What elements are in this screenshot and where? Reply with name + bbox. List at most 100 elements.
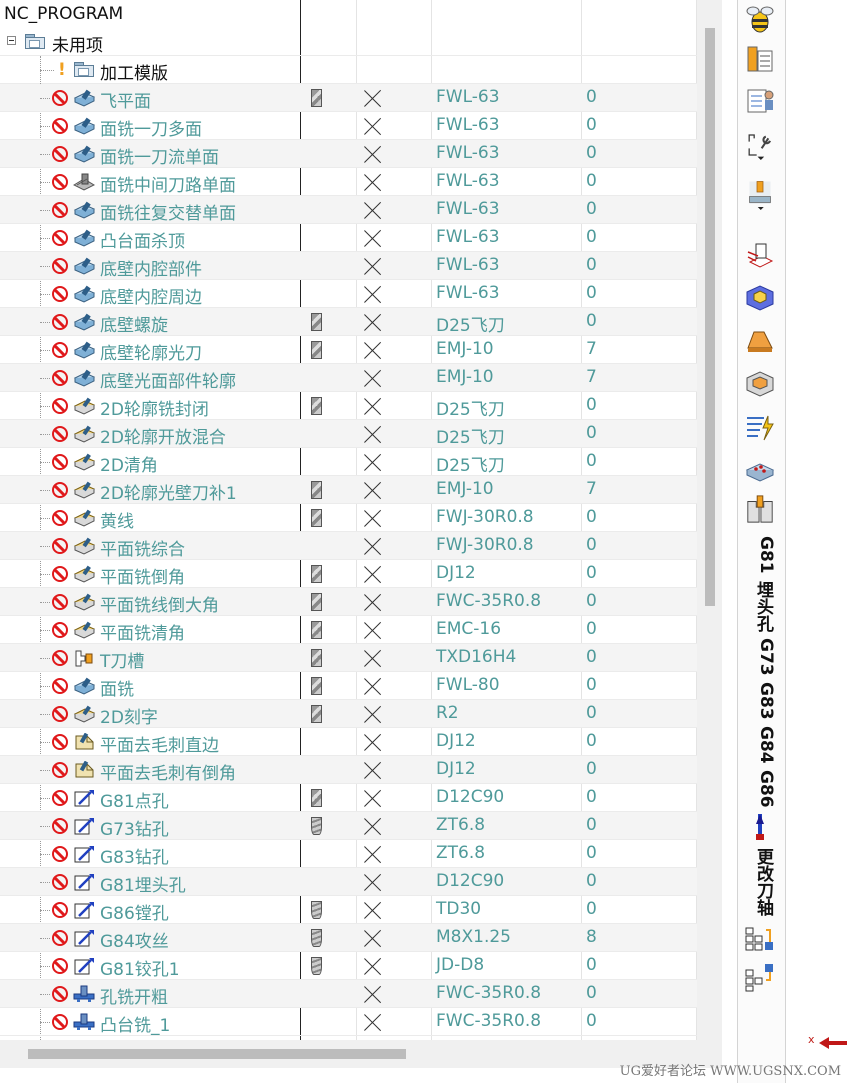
- tool-number: 0: [586, 787, 597, 807]
- operation-row[interactable]: T刀槽 TXD16H4 0: [0, 644, 697, 672]
- operation-name: G81点孔: [100, 792, 169, 812]
- stock-list-icon[interactable]: [744, 44, 776, 74]
- operation-name: G84攻丝: [100, 932, 169, 952]
- zlevel-icon[interactable]: [744, 326, 776, 356]
- tree-connector: [40, 938, 50, 939]
- tool-number: 0: [586, 171, 597, 191]
- tool-name: FWL-63: [436, 255, 500, 275]
- operation-row[interactable]: 2D轮廓开放混合 D25飞刀 0: [0, 420, 697, 448]
- operation-row[interactable]: 2D轮廓光壁刀补1 EMJ-10 7: [0, 476, 697, 504]
- operation-row[interactable]: 飞平面 FWL-63 0: [0, 84, 697, 112]
- drill-tool-icon: [311, 817, 322, 835]
- bee-icon[interactable]: [744, 4, 776, 34]
- operation-row[interactable]: 2D轮廓铣封闭 D25飞刀 0: [0, 392, 697, 420]
- operation-row[interactable]: 底壁内腔周边 FWL-63 0: [0, 280, 697, 308]
- tool-number: 7: [586, 339, 597, 359]
- hole-mill-icon: [73, 1013, 95, 1031]
- operation-name: G86镗孔: [100, 904, 169, 924]
- tool-name: EMJ-10: [436, 367, 494, 387]
- operation-row[interactable]: 面铣往复交替单面 FWL-63 0: [0, 196, 697, 224]
- operation-row[interactable]: 凸台铣_1 FWC-35R0.8 0: [0, 1008, 697, 1036]
- operation-row[interactable]: 孔铣开粗 FWC-35R0.8 0: [0, 980, 697, 1008]
- text-program-icon[interactable]: [744, 412, 776, 442]
- operation-row[interactable]: 底壁螺旋 D25飞刀 0: [0, 308, 697, 336]
- operation-row[interactable]: 面铣中间刀路单面 FWL-63 0: [0, 168, 697, 196]
- operation-row[interactable]: 平面铣综合 FWJ-30R0.8 0: [0, 532, 697, 560]
- countersink-op-button[interactable]: 埋头孔: [746, 578, 776, 634]
- tool-number: 0: [586, 255, 597, 275]
- counterbore-icon[interactable]: [744, 494, 776, 524]
- hole-plate-icon[interactable]: [744, 456, 776, 486]
- horizontal-scroll-thumb[interactable]: [28, 1049, 406, 1059]
- operation-row[interactable]: 2D刻字 R2 0: [0, 700, 697, 728]
- toolpath-missing-icon: [363, 789, 382, 808]
- operation-row[interactable]: 黄线 FWJ-30R0.8 0: [0, 504, 697, 532]
- operation-row[interactable]: 平面铣倒角 DJ12 0: [0, 560, 697, 588]
- needs-regenerate-icon: [52, 818, 68, 834]
- g83-op-button[interactable]: G83: [746, 682, 776, 720]
- operation-row[interactable]: G81点孔 D12C90 0: [0, 784, 697, 812]
- contour-area-icon[interactable]: [744, 368, 776, 398]
- tree-connector: [40, 182, 50, 183]
- face-mill-icon: [73, 89, 96, 107]
- tree-connector: [40, 294, 50, 295]
- vertical-scrollbar[interactable]: [697, 0, 722, 1040]
- cavity-mill-icon[interactable]: [744, 282, 776, 312]
- group-label: 未用项: [52, 36, 103, 56]
- change-tool-axis-button[interactable]: 更改刀轴: [746, 844, 776, 920]
- operation-row[interactable]: G73钻孔 ZT6.8 0: [0, 812, 697, 840]
- operation-row[interactable]: 凸台面杀顶 FWL-63 0: [0, 224, 697, 252]
- operation-row[interactable]: 底壁轮廓光刀 EMJ-10 7: [0, 336, 697, 364]
- operation-name: 平面铣倒角: [100, 568, 185, 588]
- tool-axis-icon[interactable]: [744, 812, 776, 842]
- tree-connector: [40, 462, 50, 463]
- tool-name: M8X1.25: [436, 927, 511, 947]
- wrench-program-icon[interactable]: [744, 130, 776, 160]
- reorder-down-icon[interactable]: [744, 924, 776, 954]
- tool-name: ZT6.8: [436, 843, 486, 863]
- tree-connector: [40, 910, 50, 911]
- operation-row[interactable]: G86镗孔 TD30 0: [0, 896, 697, 924]
- g86-op-button[interactable]: G86: [746, 770, 776, 808]
- contour-icon: [73, 705, 96, 723]
- operation-row[interactable]: 底壁内腔部件 FWL-63 0: [0, 252, 697, 280]
- document-person-icon[interactable]: [744, 86, 776, 116]
- operation-row[interactable]: 底壁光面部件轮廓 EMJ-10 7: [0, 364, 697, 392]
- mill-spindle-icon[interactable]: [744, 180, 776, 210]
- reorder-up-icon[interactable]: [744, 962, 776, 992]
- root-node[interactable]: NC_PROGRAM: [0, 0, 697, 28]
- planar-op-icon[interactable]: [744, 240, 776, 270]
- tree-connector: [40, 266, 50, 267]
- tool-number: 0: [586, 843, 597, 863]
- operation-navigator: NC_PROGRAM 未用项 ! 加工模版 飞平面 FWL-63 0 面铣一刀多面 FW…: [0, 0, 697, 1040]
- operation-row[interactable]: G81铰孔1 JD-D8 0: [0, 952, 697, 980]
- face-mill-icon: [73, 285, 96, 303]
- g81-op-button[interactable]: G81: [746, 536, 776, 574]
- horizontal-scrollbar[interactable]: [0, 1040, 722, 1068]
- operation-row[interactable]: 面铣一刀流单面 FWL-63 0: [0, 140, 697, 168]
- operation-row[interactable]: 平面铣线倒大角 FWC-35R0.8 0: [0, 588, 697, 616]
- g84-op-button[interactable]: G84: [746, 726, 776, 764]
- operation-row[interactable]: 面铣一刀多面 FWL-63 0: [0, 112, 697, 140]
- operation-row[interactable]: 平面去毛刺有倒角 DJ12 0: [0, 756, 697, 784]
- template-node[interactable]: ! 加工模版: [0, 56, 697, 84]
- operation-row[interactable]: 平面去毛刺直边 DJ12 0: [0, 728, 697, 756]
- operation-row[interactable]: 平面铣清角 EMC-16 0: [0, 616, 697, 644]
- toolpath-missing-icon: [363, 285, 382, 304]
- toolpath-missing-icon: [363, 117, 382, 136]
- toolpath-missing-icon: [363, 985, 382, 1004]
- operation-row[interactable]: G81埋头孔 D12C90 0: [0, 868, 697, 896]
- vertical-scroll-thumb[interactable]: [705, 28, 715, 606]
- operation-row[interactable]: 面铣 FWL-80 0: [0, 672, 697, 700]
- needs-regenerate-icon: [52, 958, 68, 974]
- operation-row[interactable]: G84攻丝 M8X1.25 8: [0, 924, 697, 952]
- collapse-icon[interactable]: [7, 36, 16, 45]
- group-node-unused[interactable]: 未用项: [0, 28, 697, 56]
- needs-regenerate-icon: [52, 902, 68, 918]
- operation-name: 2D刻字: [100, 708, 158, 728]
- face-mill-icon: [73, 313, 96, 331]
- face-mill-icon: [73, 257, 96, 275]
- operation-row[interactable]: 2D清角 D25飞刀 0: [0, 448, 697, 476]
- g73-op-button[interactable]: G73: [746, 638, 776, 676]
- operation-row[interactable]: G83钻孔 ZT6.8 0: [0, 840, 697, 868]
